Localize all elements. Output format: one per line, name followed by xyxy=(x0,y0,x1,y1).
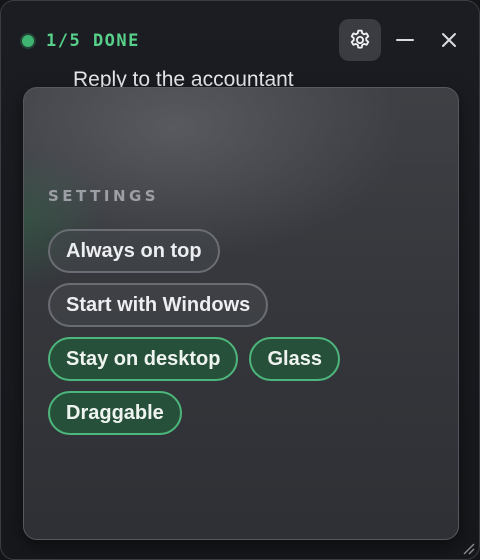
toggle-draggable[interactable]: Draggable xyxy=(48,391,182,435)
settings-heading: SETTINGS xyxy=(48,187,160,205)
settings-options: Always on top Start with Windows Stay on… xyxy=(48,229,448,445)
close-button[interactable] xyxy=(435,25,463,55)
settings-button[interactable] xyxy=(339,19,381,61)
minimize-button[interactable] xyxy=(391,25,419,55)
settings-panel: SETTINGS Always on top Start with Window… xyxy=(23,87,459,540)
toggle-start-with-windows[interactable]: Start with Windows xyxy=(48,283,269,327)
progress-status: 1/5 DONE xyxy=(46,31,140,51)
gear-icon xyxy=(350,29,370,49)
settings-row: Start with Windows xyxy=(48,283,448,327)
settings-row: Always on top xyxy=(48,229,448,273)
toggle-always-on-top[interactable]: Always on top xyxy=(48,229,220,273)
resize-grip-icon[interactable] xyxy=(461,541,475,555)
close-icon xyxy=(442,33,456,47)
toggle-stay-on-desktop[interactable]: Stay on desktop xyxy=(48,337,239,381)
settings-row: Draggable xyxy=(48,391,448,435)
minimize-icon xyxy=(396,39,414,41)
app-window: 1/5 DONE Reply to the accountant SETTING… xyxy=(0,0,480,560)
toggle-glass[interactable]: Glass xyxy=(249,337,340,381)
settings-row: Stay on desktop Glass xyxy=(48,337,448,381)
status-indicator-dot xyxy=(22,35,34,47)
